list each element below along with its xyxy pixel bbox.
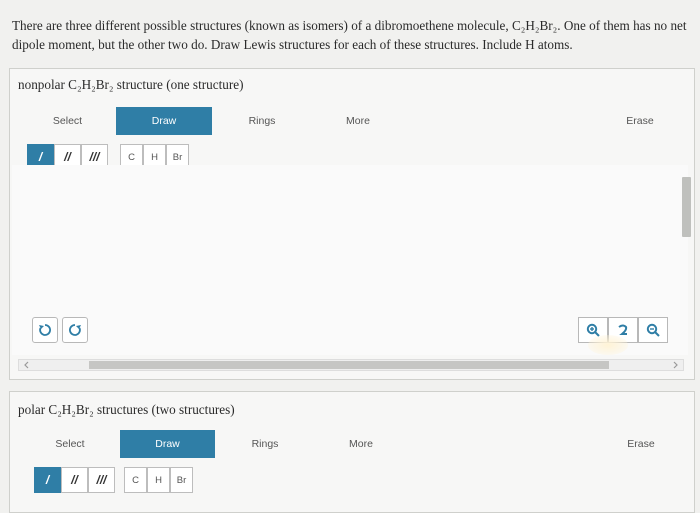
zoom-in-icon — [586, 323, 600, 337]
zoom-out-icon — [646, 323, 660, 337]
rings-tool[interactable]: Rings — [217, 430, 313, 458]
more-tool[interactable]: More — [313, 430, 409, 458]
reset-zoom-icon — [618, 324, 628, 335]
more-tool[interactable]: More — [310, 107, 406, 135]
triple-bond-button[interactable]: /// — [88, 467, 115, 493]
double-bond-button[interactable]: // — [61, 467, 88, 493]
rings-tool[interactable]: Rings — [214, 107, 310, 135]
redo-icon — [69, 324, 81, 336]
atom-br-button[interactable]: Br — [170, 467, 193, 493]
undo-icon — [39, 324, 51, 336]
redo-button[interactable] — [62, 317, 88, 343]
atom-c-button[interactable]: C — [124, 467, 147, 493]
panel-title: nonpolar C₂H₂Br₂ structure (one structur… — [18, 77, 244, 92]
select-tool[interactable]: Select — [20, 430, 120, 458]
zoom-out-button[interactable] — [638, 317, 668, 343]
atom-buttons: C H Br — [124, 467, 193, 495]
erase-tool[interactable]: Erase — [610, 430, 672, 458]
draw-tool[interactable]: Draw — [116, 107, 212, 135]
drawing-toolbar: Select Draw Rings More Erase — [10, 107, 694, 135]
drawing-toolbar: Select Draw Rings More Erase — [10, 430, 694, 458]
select-tool[interactable]: Select — [20, 107, 115, 135]
polar-structure-panel: polar C₂H₂Br₂ structures (two structures… — [9, 391, 695, 513]
nonpolar-structure-panel: nonpolar C₂H₂Br₂ structure (one structur… — [9, 68, 695, 380]
draw-tool[interactable]: Draw — [120, 430, 215, 458]
horizontal-scrollbar[interactable] — [18, 359, 684, 371]
single-bond-button[interactable]: / — [34, 467, 61, 493]
panel-title: polar C₂H₂Br₂ structures (two structures… — [18, 402, 235, 417]
bond-buttons: / // /// — [34, 467, 115, 495]
undo-button[interactable] — [32, 317, 58, 343]
atom-h-button[interactable]: H — [147, 467, 170, 493]
light-glare — [588, 335, 628, 355]
erase-tool[interactable]: Erase — [594, 107, 686, 135]
scrollbar-thumb[interactable] — [89, 361, 609, 369]
vertical-scrollbar[interactable] — [682, 177, 691, 237]
chevron-left-icon[interactable] — [23, 361, 31, 369]
question-text: There are three different possible struc… — [12, 18, 687, 52]
chevron-right-icon[interactable] — [671, 361, 679, 369]
